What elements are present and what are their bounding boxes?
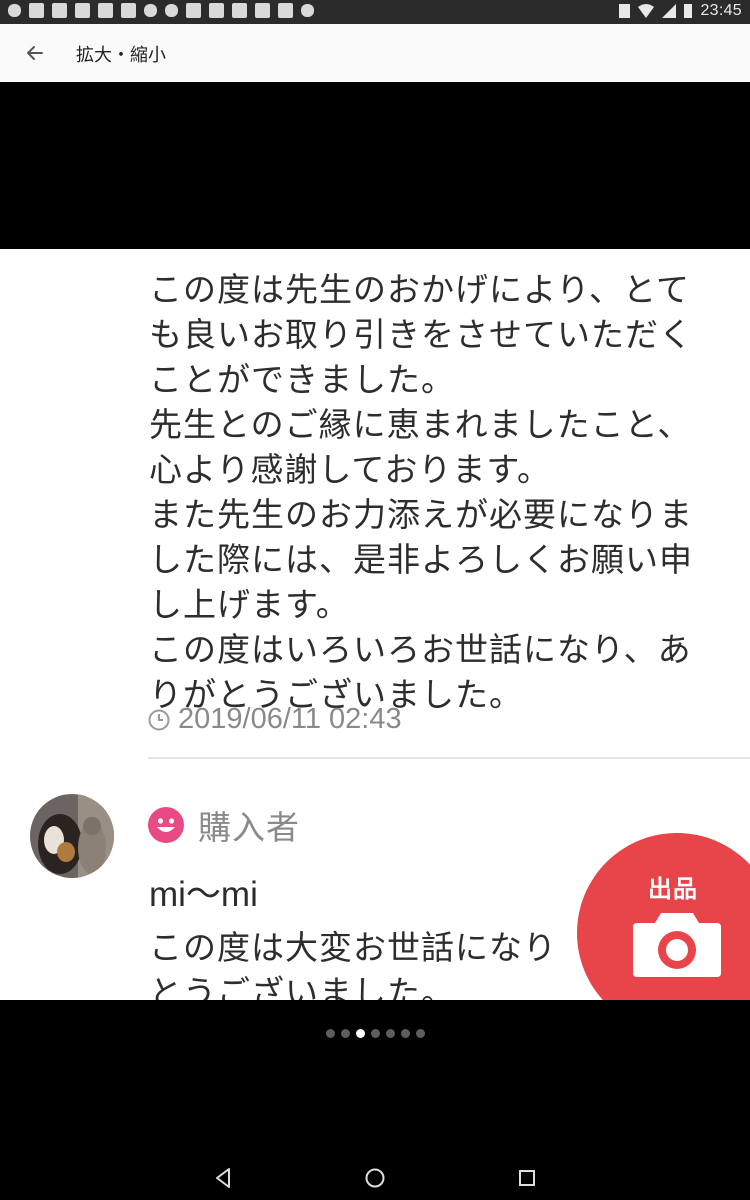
message-line: とうございました。	[149, 973, 455, 1000]
message-line: し上げます。	[149, 585, 350, 624]
d-icon	[255, 3, 270, 18]
divider	[148, 757, 750, 759]
bluetooth-icon	[619, 4, 631, 18]
back-arrow-icon[interactable]	[20, 38, 50, 68]
app-bar: 拡大・縮小	[0, 24, 750, 82]
zoomed-image[interactable]: この度は先生のおかげにより、とて も良いお取り引きをさせていただく ことができま…	[0, 82, 750, 1000]
message-line: した際には、是非よろしくお願い申	[149, 540, 693, 579]
message-line: ことができました。	[149, 360, 455, 399]
talk-icon	[144, 4, 157, 17]
page-dot[interactable]	[341, 1029, 350, 1038]
message-line: この度はいろいろお世話になり、あ	[149, 630, 692, 669]
status-bar: 23:45	[0, 0, 750, 24]
buyer-role: 購入者	[148, 801, 300, 849]
system-icons: 23:45	[619, 2, 742, 20]
calendar-icon	[232, 3, 247, 18]
battery-icon	[684, 4, 693, 18]
timestamp-text: 2019/06/11 02:43	[178, 703, 402, 735]
avatar[interactable]	[30, 794, 114, 878]
role-label: 購入者	[198, 808, 300, 847]
message-line: この度は先生のおかげにより、とて	[149, 270, 691, 309]
camera-icon	[633, 913, 721, 977]
message-line: 先生とのご縁に恵まれましたこと、	[149, 405, 692, 444]
page-dot-active[interactable]	[356, 1029, 365, 1038]
gmail-icon	[52, 3, 67, 18]
calendar-icon	[209, 3, 224, 18]
gmail-icon	[75, 3, 90, 18]
sell-label: 出品	[648, 875, 698, 903]
navigation-bar	[0, 1155, 750, 1200]
page-title: 拡大・縮小	[76, 45, 166, 66]
message-line: この度は大変お世話になり	[149, 928, 557, 967]
nfc-icon	[8, 4, 21, 17]
message-line: 心より感謝しております。	[149, 450, 552, 489]
message-timestamp: 2019/06/11 02:43	[148, 703, 402, 736]
signal-icon	[662, 4, 677, 18]
image-icon	[121, 3, 136, 18]
gmail-icon	[98, 3, 113, 18]
sell-button[interactable]: 出品	[577, 833, 750, 1000]
page-dot[interactable]	[386, 1029, 395, 1038]
buyer-message: この度は大変お世話になり とうございました。	[149, 925, 557, 1000]
notification-icons	[8, 3, 314, 18]
seller-message: この度は先生のおかげにより、とて も良いお取り引きをさせていただく ことができま…	[149, 267, 729, 717]
page-dot[interactable]	[401, 1029, 410, 1038]
twitter-icon	[278, 3, 293, 18]
message-line: も良いお取り引きをさせていただく	[149, 315, 693, 354]
play-icon	[301, 4, 314, 17]
username[interactable]: mi〜mi	[149, 866, 258, 917]
nav-home-icon[interactable]	[362, 1165, 388, 1191]
nav-recents-icon[interactable]	[514, 1165, 540, 1191]
cube-icon	[29, 3, 44, 18]
message-line: また先生のお力添えが必要になりま	[149, 495, 693, 534]
warning-icon	[186, 3, 201, 18]
page-dot[interactable]	[326, 1029, 335, 1038]
clock-time: 23:45	[700, 2, 742, 19]
page-dot[interactable]	[371, 1029, 380, 1038]
page-dot[interactable]	[416, 1029, 425, 1038]
wifi-icon	[638, 4, 655, 18]
review-content: この度は先生のおかげにより、とて も良いお取り引きをさせていただく ことができま…	[0, 249, 750, 1000]
cloud-icon	[165, 4, 178, 17]
smile-icon	[148, 807, 184, 843]
cat-photo	[30, 794, 114, 878]
nav-back-icon[interactable]	[210, 1165, 236, 1191]
page-indicator[interactable]	[326, 1029, 425, 1038]
clock-icon	[148, 709, 170, 730]
